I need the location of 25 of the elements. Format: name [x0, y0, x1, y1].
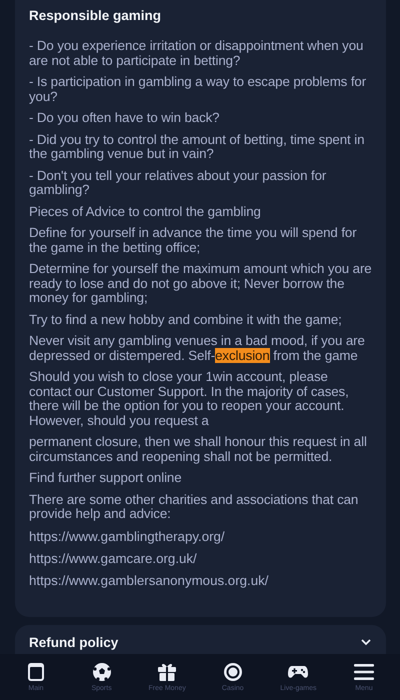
link[interactable]: https://www.gamblingtherapy.org/	[29, 528, 372, 544]
paragraph: There are some other charities and associations that can provide help and advice:	[29, 492, 360, 522]
gift-icon	[156, 662, 178, 682]
link[interactable]: https://www.gamcare.org.uk/	[29, 550, 372, 566]
paragraph: Define for yourself in advance the time you will spend for the game in the betting office;	[29, 226, 358, 255]
paragraph: Pieces of Advice to control the gambling	[29, 204, 262, 219]
paragraph: - Did you try to control the amount of betting, time spent in the gambling venue but in vain?	[29, 132, 366, 162]
paragraph: - Do you experience irritation or disappointment when you are not able to participate in betting?	[29, 39, 364, 68]
paragraph: Determine for yourself the maximum amount which you are ready to lose and do not go above it; Never borrow the money for gambling;	[29, 262, 372, 306]
paragraph: Find further support online	[29, 471, 183, 486]
paragraph: Should you wish to close your 1win account, please contact our Customer Support. In the majority of cases, there will be the option for you to reopen your account. However, should you request a	[29, 370, 350, 428]
casino-chip-icon	[222, 662, 244, 682]
link[interactable]: https://www.gamblersanonymous.org.uk/	[29, 572, 372, 588]
soccer-ball-icon	[90, 662, 113, 682]
paragraph: - Is participation in gambling a way to escape problems for you?	[29, 75, 368, 104]
accordion-header[interactable]: Refund policy	[15, 624, 386, 654]
paragraph: - Don't you tell your relatives about your passion for gambling?	[29, 168, 328, 198]
window-icon	[25, 662, 47, 682]
menu-icon	[352, 662, 375, 682]
paragraph: - Do you often have to win back?	[29, 111, 220, 126]
paragraph: Never visit any gambling venues in a bad mood, if you are depressed or distempered. Self-exclusion from the game	[29, 334, 366, 363]
section-title: Responsible gaming	[29, 8, 162, 23]
paragraph: Try to find a new hobby and combine it with the game;	[29, 312, 343, 327]
chevron-icon	[360, 638, 372, 646]
paragraph: permanent closure, then we shall honour this request in all circumstances and reopening shall not be permitted.	[29, 435, 368, 464]
